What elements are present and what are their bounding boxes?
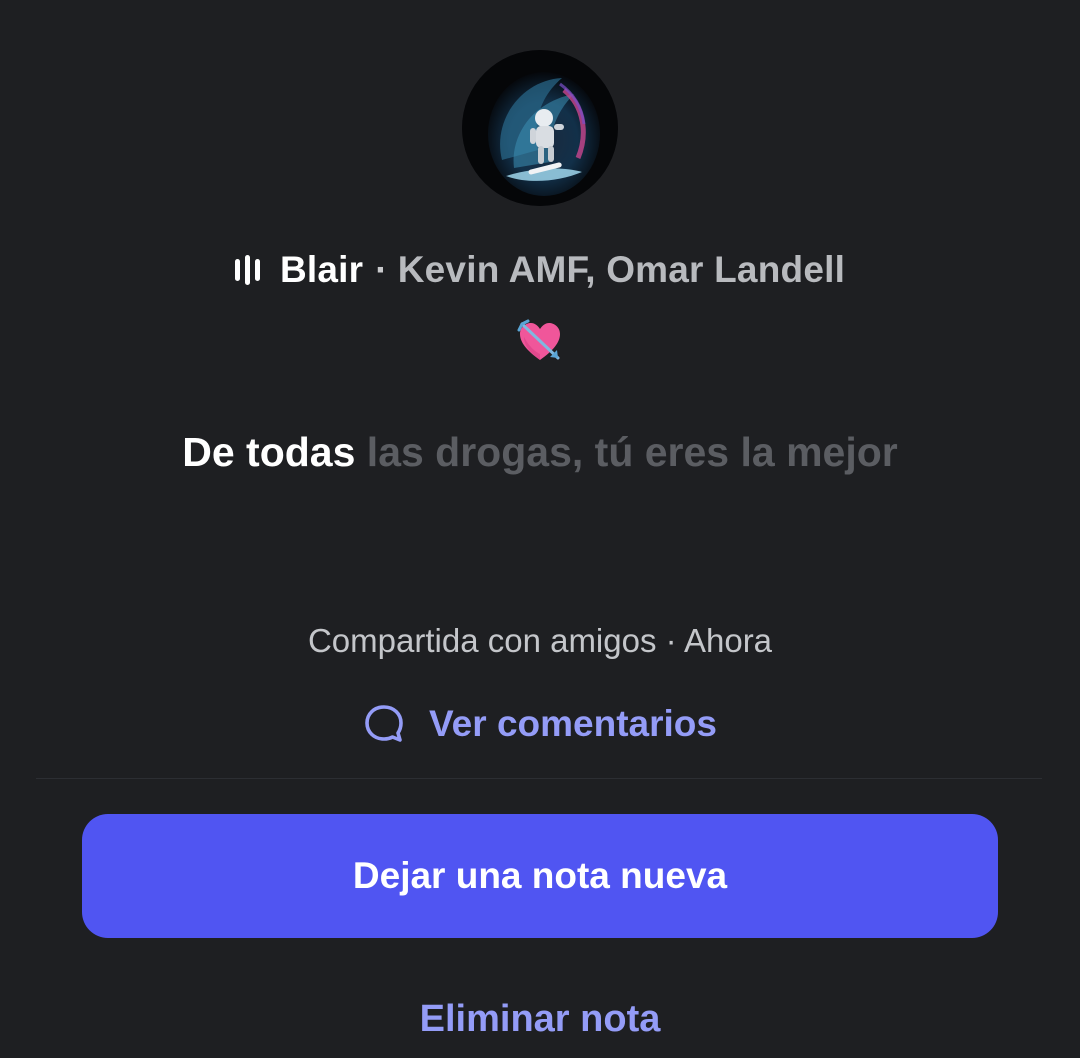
- share-meta: Compartida con amigos · Ahora: [307, 622, 773, 659]
- view-comments-button[interactable]: Ver comentarios: [0, 696, 1080, 752]
- new-note-button[interactable]: Dejar una nota nueva: [82, 814, 998, 938]
- avatar-artwork: [462, 50, 618, 206]
- song-info[interactable]: Blair · Kevin AMF, Omar Landell: [0, 244, 1080, 296]
- audio-bars-icon: [234, 255, 260, 285]
- note-sheet: Blair · Kevin AMF, Omar Landell De todas…: [0, 0, 1080, 1058]
- lyrics: De todas las drogas, tú eres la mejor: [140, 426, 940, 479]
- delete-note-button[interactable]: Eliminar nota: [0, 998, 1080, 1041]
- lyric-active: De todas: [182, 429, 356, 475]
- heart-with-arrow-icon: [516, 318, 564, 366]
- lyric-upcoming: las drogas, tú eres la mejor: [366, 429, 898, 475]
- song-separator: ·: [375, 249, 388, 290]
- song-artists: Kevin AMF, Omar Landell: [397, 249, 846, 290]
- divider: [36, 778, 1042, 779]
- view-comments-label: Ver comentarios: [429, 703, 717, 744]
- song-title: Blair: [279, 249, 364, 290]
- avatar[interactable]: [462, 50, 618, 206]
- speech-bubble-icon: [365, 705, 403, 742]
